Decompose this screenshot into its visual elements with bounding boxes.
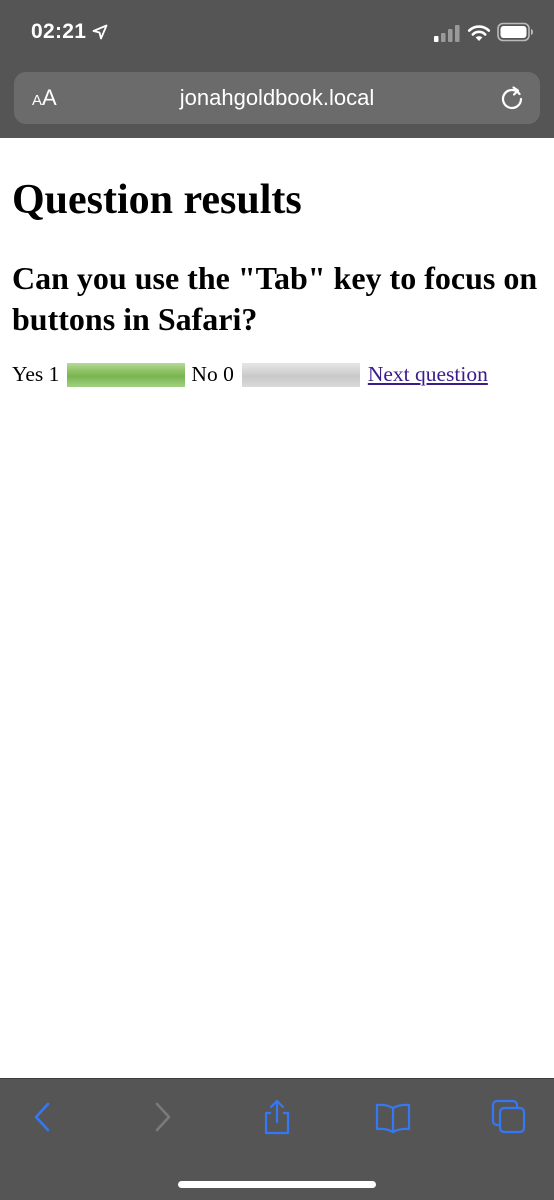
no-result-bar (241, 362, 360, 387)
home-indicator (178, 1181, 376, 1188)
back-icon[interactable] (25, 1099, 61, 1135)
page-title: Question results (12, 177, 302, 223)
browser-top-chrome: 02:21 AA jonahgoldbook.local (0, 0, 554, 138)
share-icon[interactable] (259, 1099, 295, 1135)
yes-result-label: Yes 1 (12, 362, 60, 386)
address-bar[interactable]: AA jonahgoldbook.local (14, 72, 540, 124)
bookmarks-icon[interactable] (375, 1099, 411, 1135)
yes-result-bar-fill (67, 362, 186, 387)
url-text[interactable]: jonahgoldbook.local (14, 85, 540, 111)
location-arrow-icon (92, 24, 108, 40)
status-time: 02:21 (31, 20, 87, 43)
web-page-content: Question results Can you use the "Tab" k… (12, 138, 542, 387)
reload-icon[interactable] (499, 85, 525, 111)
next-question-link[interactable]: Next question (368, 362, 488, 387)
tabs-icon[interactable] (491, 1099, 527, 1135)
yes-result-bar (67, 362, 186, 387)
no-result-label: No 0 (191, 362, 234, 386)
question-heading: Can you use the "Tab" key to focus on bu… (12, 260, 538, 337)
battery-icon (497, 22, 533, 42)
forward-icon[interactable] (144, 1099, 180, 1135)
wifi-icon (467, 25, 491, 41)
results-row: Yes 1 No 0 Next question (12, 362, 542, 387)
cellular-signal-icon (434, 25, 460, 42)
status-bar: 02:21 (0, 0, 554, 66)
